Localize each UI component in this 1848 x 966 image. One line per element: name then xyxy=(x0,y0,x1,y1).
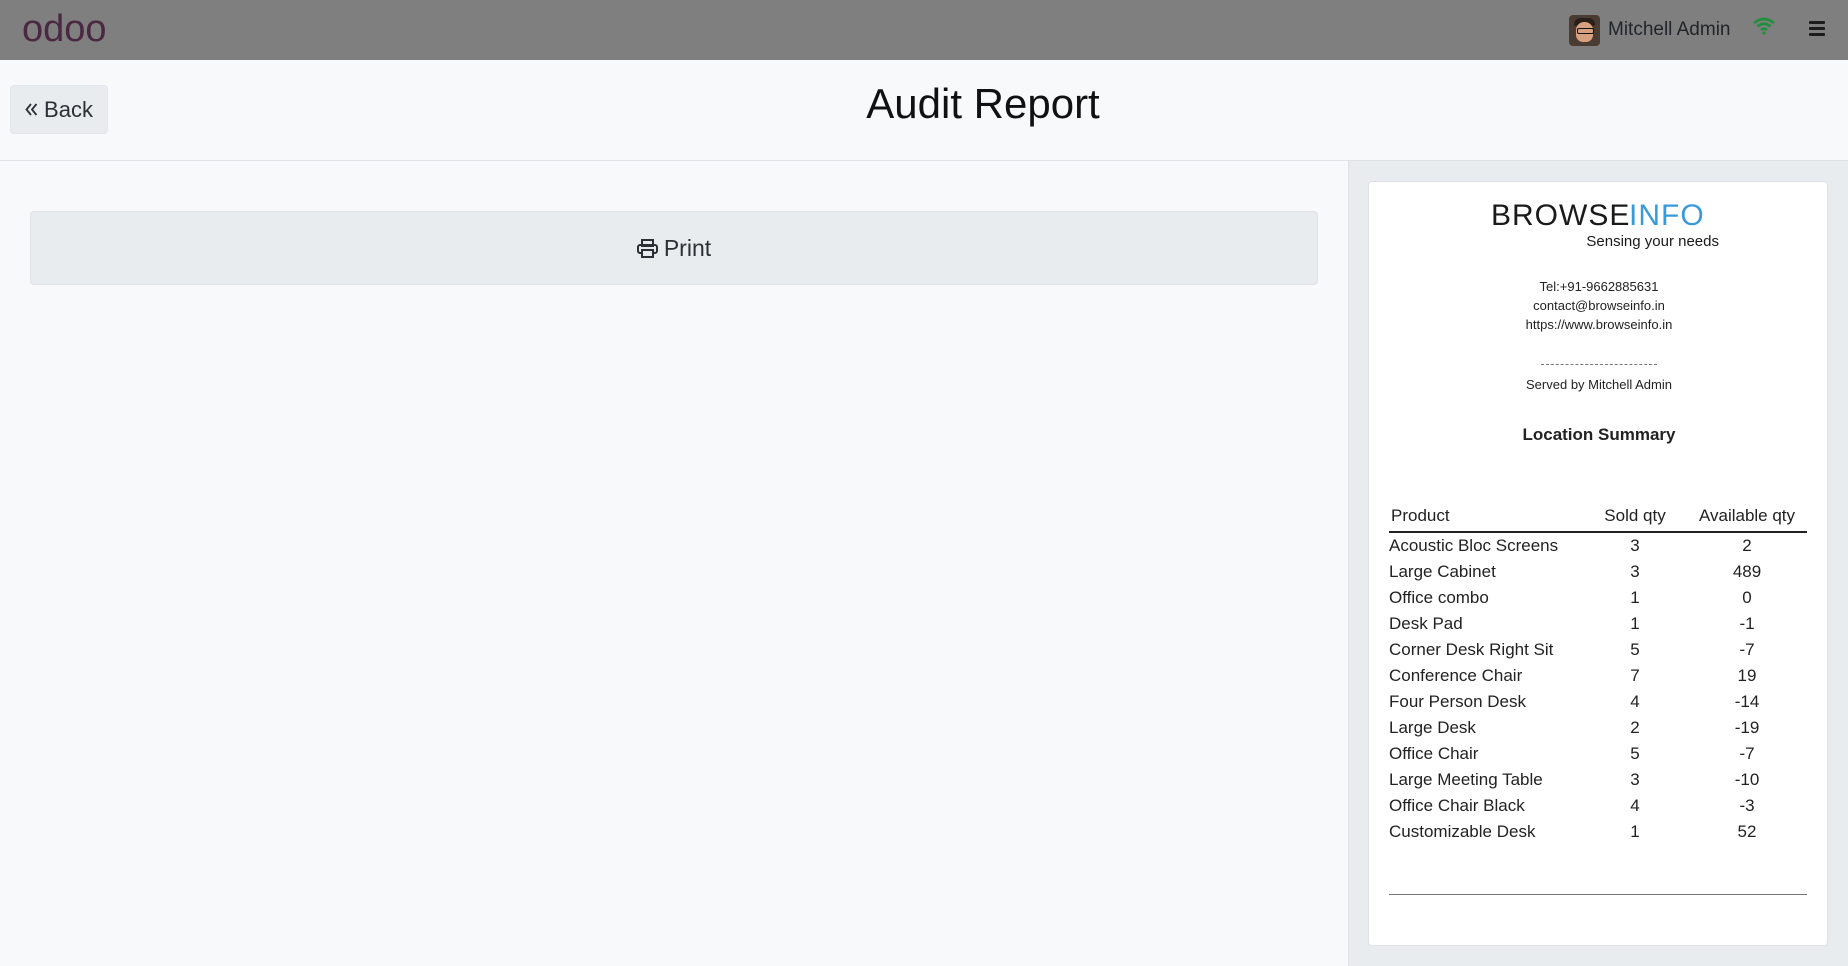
product-cell: Large Desk xyxy=(1389,718,1476,737)
product-cell: Large Cabinet xyxy=(1389,562,1496,581)
website-text: https://www.browseinfo.in xyxy=(1525,317,1673,332)
product-cell: Corner Desk Right Sit xyxy=(1389,640,1554,659)
product-cell: Four Person Desk xyxy=(1389,692,1526,711)
user-menu[interactable]: Mitchell Admin xyxy=(1569,14,1731,46)
hamburger-menu-icon[interactable] xyxy=(1809,21,1825,37)
sold-qty-cell: 5 xyxy=(1630,640,1640,659)
table-row: Customizable Desk 1 52 xyxy=(1389,819,1807,845)
printer-icon xyxy=(636,238,658,258)
product-cell: Desk Pad xyxy=(1389,614,1463,633)
sold-qty-cell: 3 xyxy=(1630,770,1640,789)
table-row: Large Desk 2 -19 xyxy=(1389,715,1807,741)
sold-qty-cell: 1 xyxy=(1630,614,1640,633)
sold-qty-cell: 3 xyxy=(1630,536,1640,555)
sold-qty-cell: 1 xyxy=(1630,822,1640,841)
page-header: Back Audit Report xyxy=(0,60,1848,161)
product-cell: Acoustic Bloc Screens xyxy=(1389,536,1559,555)
sold-qty-cell: 5 xyxy=(1630,744,1640,763)
page-title: Audit Report xyxy=(866,80,1100,127)
table-row: Conference Chair 7 19 xyxy=(1389,663,1807,689)
available-qty-cell: -1 xyxy=(1739,614,1755,633)
available-qty-cell: 19 xyxy=(1737,666,1757,685)
table-row: Large Meeting Table 3 -10 xyxy=(1389,767,1807,793)
table-row: Desk Pad 1 -1 xyxy=(1389,611,1807,637)
column-available-qty: Available qty xyxy=(1687,502,1807,533)
available-qty-cell: 0 xyxy=(1742,588,1752,607)
svg-text:INFO: INFO xyxy=(1629,199,1705,232)
table-row: Acoustic Bloc Screens 3 2 xyxy=(1389,532,1807,559)
email-text: contact@browseinfo.in xyxy=(1533,298,1665,313)
sold-qty-cell: 7 xyxy=(1630,666,1640,685)
table-row: Corner Desk Right Sit 5 -7 xyxy=(1389,637,1807,663)
available-qty-cell: 489 xyxy=(1732,562,1762,581)
sold-qty-cell: 4 xyxy=(1630,692,1640,711)
table-row: Office Chair 5 -7 xyxy=(1389,741,1807,767)
product-cell: Office combo xyxy=(1389,588,1489,607)
phone-text: Tel:+91-9662885631 xyxy=(1539,279,1659,294)
sold-qty-cell: 2 xyxy=(1630,718,1640,737)
left-pane: Print xyxy=(0,161,1348,966)
available-qty-cell: -14 xyxy=(1734,692,1760,711)
top-navbar: odoo Mitchell Admin xyxy=(0,0,1848,60)
browseinfo-logo: BROWSE INFO Sensing your needs xyxy=(1491,199,1719,249)
sold-qty-cell: 1 xyxy=(1630,588,1640,607)
column-product: Product xyxy=(1389,502,1583,533)
odoo-logo[interactable]: odoo xyxy=(22,10,122,50)
sold-qty-cell: 4 xyxy=(1630,796,1640,815)
print-label: Print xyxy=(663,234,712,261)
available-qty-cell: -7 xyxy=(1739,640,1755,659)
available-qty-cell: 52 xyxy=(1737,822,1757,841)
user-name: Mitchell Admin xyxy=(1608,19,1731,40)
available-qty-cell: -10 xyxy=(1734,770,1760,789)
available-qty-cell: 2 xyxy=(1742,536,1752,555)
divider xyxy=(1541,364,1657,365)
product-cell: Office Chair xyxy=(1389,744,1479,763)
product-cell: Customizable Desk xyxy=(1389,822,1536,841)
table-row: Four Person Desk 4 -14 xyxy=(1389,689,1807,715)
table-row: Office combo 1 0 xyxy=(1389,585,1807,611)
available-qty-cell: -19 xyxy=(1734,718,1760,737)
table-row: Large Cabinet 3 489 xyxy=(1389,559,1807,585)
print-button[interactable]: Print xyxy=(30,211,1318,285)
served-by-text: Served by Mitchell Admin xyxy=(1526,377,1672,392)
svg-text:BROWSE: BROWSE xyxy=(1491,199,1630,232)
avatar xyxy=(1569,14,1600,46)
product-cell: Large Meeting Table xyxy=(1389,770,1543,789)
bottom-divider xyxy=(1389,894,1807,895)
location-summary-table: Product Sold qty Available qty Acoustic … xyxy=(1389,502,1807,845)
column-sold-qty: Sold qty xyxy=(1583,502,1687,533)
svg-text:Sensing your needs: Sensing your needs xyxy=(1586,233,1719,249)
available-qty-cell: -7 xyxy=(1739,744,1755,763)
location-summary-title: Location Summary xyxy=(1522,425,1676,444)
table-row: Office Chair Black 4 -3 xyxy=(1389,793,1807,819)
svg-text:odoo: odoo xyxy=(22,10,107,50)
available-qty-cell: -3 xyxy=(1739,796,1755,815)
wifi-icon[interactable] xyxy=(1753,17,1775,35)
sold-qty-cell: 3 xyxy=(1630,562,1640,581)
table-header-row: Product Sold qty Available qty xyxy=(1389,502,1807,533)
product-cell: Conference Chair xyxy=(1389,666,1523,685)
receipt: BROWSE INFO Sensing your needs Tel:+91-9… xyxy=(1368,181,1828,946)
product-cell: Office Chair Black xyxy=(1389,796,1525,815)
